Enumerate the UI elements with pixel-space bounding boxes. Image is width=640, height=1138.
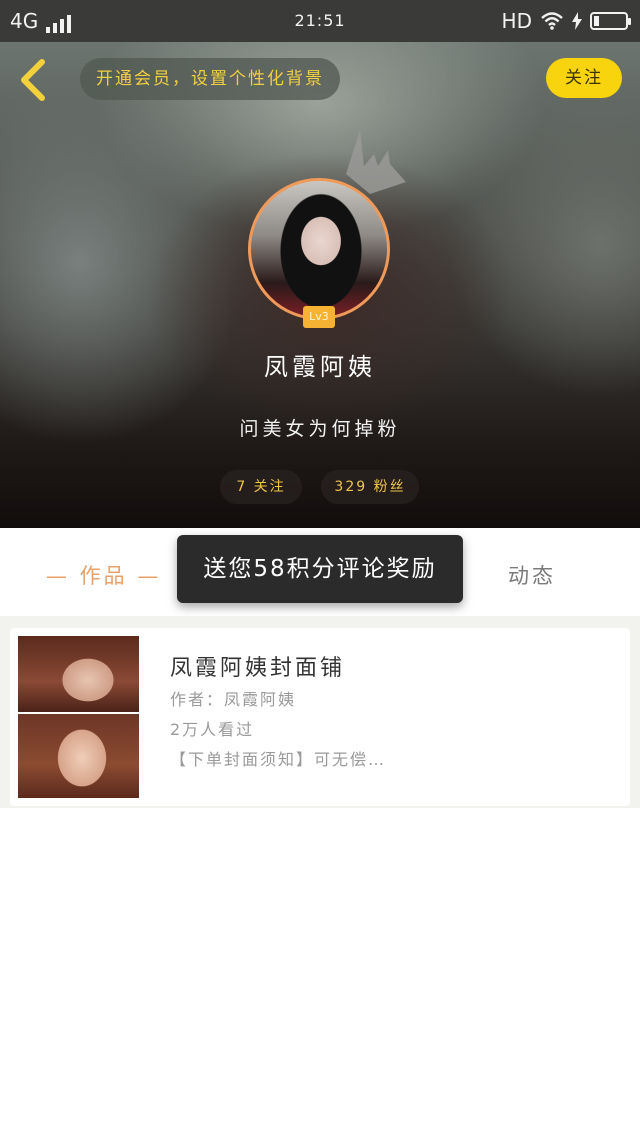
wifi-icon (541, 12, 563, 30)
fans-count[interactable]: 329 粉丝 (321, 470, 419, 504)
reward-toast: 送您58积分评论奖励 (177, 535, 463, 603)
status-icons: HD (501, 9, 631, 33)
tab-moments[interactable]: 动态 (508, 560, 556, 590)
avatar[interactable] (248, 178, 390, 320)
work-author: 作者：凤霞阿姨 (170, 690, 297, 709)
vip-background-banner[interactable]: 开通会员，设置个性化背景 (80, 58, 340, 100)
charging-icon (572, 12, 582, 30)
battery-icon (590, 12, 631, 30)
work-cover-image[interactable] (18, 636, 139, 798)
back-arrow-icon[interactable] (14, 56, 54, 104)
work-description: 【下单封面须知】可无偿… (170, 750, 387, 769)
hd-label: HD (501, 9, 532, 33)
status-bar: 4G 21:51 HD (0, 0, 640, 42)
user-bio: 问美女为何掉粉 (239, 418, 401, 440)
work-card[interactable]: 凤霞阿姨封面铺 作者：凤霞阿姨 2万人看过 【下单封面须知】可无偿… (10, 628, 630, 806)
tab-works[interactable]: — 作品 — (46, 560, 161, 590)
following-count[interactable]: 7 关注 (220, 470, 302, 504)
work-views: 2万人看过 (170, 720, 255, 739)
work-title[interactable]: 凤霞阿姨封面铺 (170, 650, 345, 682)
profile-header: 开通会员，设置个性化背景 关注 Lv3 凤霞阿姨 问美女为何掉粉 7 关注 32… (0, 42, 640, 528)
follow-button[interactable]: 关注 (546, 58, 622, 98)
level-badge: Lv3 (303, 306, 335, 328)
username: 凤霞阿姨 (264, 353, 376, 381)
